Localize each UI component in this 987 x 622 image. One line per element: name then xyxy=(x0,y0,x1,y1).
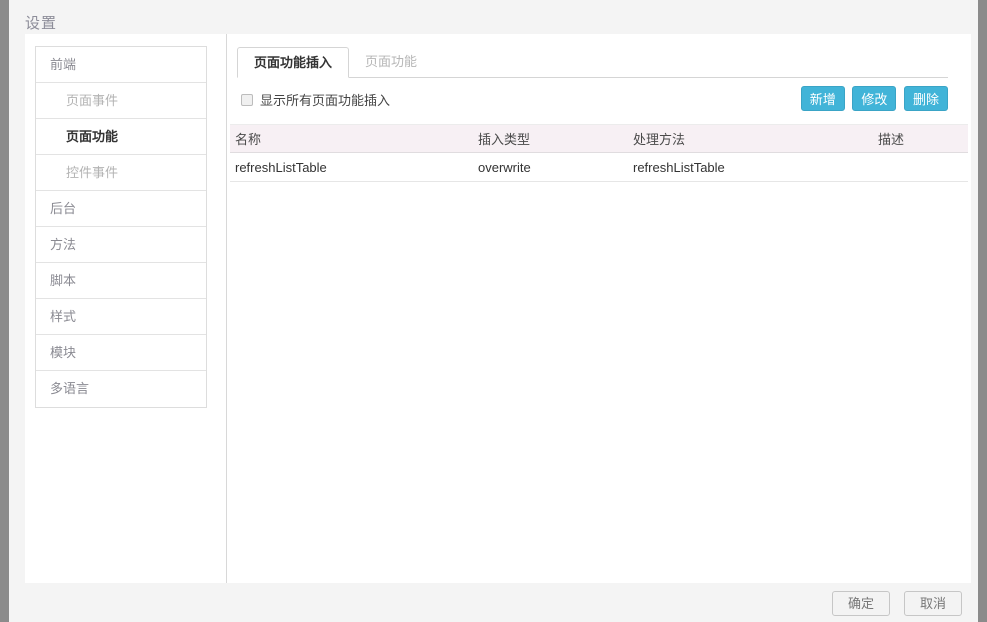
page-title: 设置 xyxy=(25,15,58,32)
sidebar-item[interactable]: 脚本 xyxy=(36,263,206,299)
add-button[interactable]: 新增 xyxy=(800,86,845,111)
confirm-button[interactable]: 确定 xyxy=(832,591,890,616)
show-all-checkbox-label: 显示所有页面功能插入 xyxy=(260,93,391,108)
sidebar-item[interactable]: 页面事件 xyxy=(36,83,206,119)
sidebar-item[interactable]: 控件事件 xyxy=(36,155,206,191)
column-header-insert-type[interactable]: 插入类型 xyxy=(473,124,628,153)
tab[interactable]: 页面功能插入 xyxy=(237,47,350,78)
page-function-insert-table: 名称 插入类型 处理方法 描述 refreshListTable overwrit… xyxy=(230,124,968,182)
content-panel: 页面功能插入页面功能 显示所有页面功能插入 新增 修改 删除 名称 插入类型 xyxy=(228,34,971,583)
toolbar: 显示所有页面功能插入 新增 修改 删除 xyxy=(237,86,948,118)
sidebar-item[interactable]: 前端 xyxy=(36,47,206,83)
dialog-footer: 确定 取消 xyxy=(9,583,978,622)
cell-name: refreshListTable xyxy=(230,152,473,182)
edit-button[interactable]: 修改 xyxy=(852,86,897,111)
checkbox-box-icon[interactable] xyxy=(241,93,253,106)
column-header-handler[interactable]: 处理方法 xyxy=(628,124,873,153)
cell-description xyxy=(873,152,968,182)
toolbar-button-group: 新增 修改 删除 xyxy=(797,86,948,111)
table-row[interactable]: refreshListTable overwrite refreshListTabl… xyxy=(230,152,968,182)
column-header-description[interactable]: 描述 xyxy=(873,124,968,153)
cell-handler: refreshListTable xyxy=(628,152,873,182)
sidebar-item[interactable]: 后台 xyxy=(36,191,206,227)
cell-insert-type: overwrite xyxy=(473,152,628,182)
sidebar-item[interactable]: 样式 xyxy=(36,299,206,335)
tab[interactable]: 页面功能 xyxy=(349,47,433,78)
settings-dialog: 设置 前端 页面事件 页面功能 控件事件 后台 方法 脚本 样式 模块 多语言 页面功能插入 页面功… xyxy=(9,0,978,622)
sidebar-list: 前端 页面事件 页面功能 控件事件 后台 方法 脚本 样式 模块 多语言 xyxy=(35,46,207,408)
sidebar: 前端 页面事件 页面功能 控件事件 后台 方法 脚本 样式 模块 多语言 xyxy=(25,34,227,583)
sidebar-item[interactable]: 模块 xyxy=(36,335,206,371)
page-right-edge xyxy=(978,0,987,622)
sidebar-item[interactable]: 多语言 xyxy=(36,371,206,407)
page-left-edge xyxy=(0,0,9,622)
cancel-button[interactable]: 取消 xyxy=(904,591,962,616)
tab-strip: 页面功能插入 页面功能 xyxy=(237,47,948,78)
dialog-body: 前端 页面事件 页面功能 控件事件 后台 方法 脚本 样式 模块 多语言 页面功能插入 页面功能 显… xyxy=(25,34,971,583)
column-header-name[interactable]: 名称 xyxy=(230,124,473,153)
table-header-row: 名称 插入类型 处理方法 描述 xyxy=(230,124,968,153)
show-all-checkbox[interactable]: 显示所有页面功能插入 xyxy=(241,90,390,109)
delete-button[interactable]: 删除 xyxy=(903,86,948,111)
sidebar-item[interactable]: 页面功能 xyxy=(36,119,206,155)
sidebar-item[interactable]: 方法 xyxy=(36,227,206,263)
